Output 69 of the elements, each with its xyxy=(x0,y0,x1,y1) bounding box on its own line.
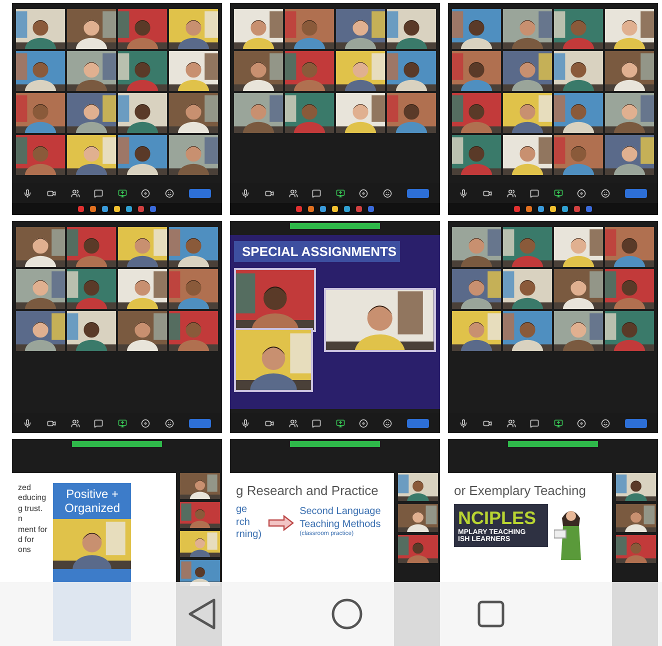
share-screen-icon[interactable] xyxy=(336,418,345,428)
slide-text: d for xyxy=(18,534,36,546)
reactions-icon[interactable] xyxy=(383,188,392,198)
video-camera-icon[interactable] xyxy=(46,188,56,198)
card-title: Positive + Organized xyxy=(64,486,122,517)
microphone-icon[interactable] xyxy=(459,418,468,428)
arrow-icon xyxy=(268,514,294,531)
video-camera-icon[interactable] xyxy=(264,188,274,198)
participants-icon[interactable] xyxy=(506,418,516,428)
leave-button[interactable] xyxy=(624,188,647,198)
chat-icon[interactable] xyxy=(530,418,540,428)
share-screen-icon[interactable] xyxy=(554,418,563,428)
home-button[interactable] xyxy=(331,598,363,630)
microphone-icon[interactable] xyxy=(459,188,468,198)
banner-title: NCIPLES xyxy=(458,508,538,529)
chat-icon[interactable] xyxy=(312,188,322,198)
video-camera-icon[interactable] xyxy=(482,418,492,428)
participants-icon[interactable] xyxy=(288,418,298,428)
slide-text: Teaching Methods xyxy=(300,518,381,530)
participants-icon[interactable] xyxy=(506,188,516,198)
slide-title: or Exemplary Teaching xyxy=(454,483,587,498)
slide-text: rch xyxy=(236,516,251,529)
slide-text: n xyxy=(18,514,24,525)
record-icon[interactable] xyxy=(359,188,368,198)
record-icon[interactable] xyxy=(359,418,368,428)
microphone-icon[interactable] xyxy=(23,188,32,198)
reactions-icon[interactable] xyxy=(165,188,174,198)
chat-icon[interactable] xyxy=(530,188,540,198)
microphone-icon[interactable] xyxy=(23,418,32,428)
chat-icon[interactable] xyxy=(312,418,322,428)
video-camera-icon[interactable] xyxy=(46,418,56,428)
slide-title: SPECIAL ASSIGNMENTS xyxy=(234,241,400,262)
slide-text: rning) xyxy=(236,529,262,542)
reactions-icon[interactable] xyxy=(601,188,610,198)
leave-button[interactable] xyxy=(406,418,429,428)
video-camera-icon[interactable] xyxy=(264,418,274,428)
participants-icon[interactable] xyxy=(288,188,298,198)
slide-text: ons xyxy=(18,545,32,556)
video-camera-icon[interactable] xyxy=(482,188,492,198)
slide-text: Second Language xyxy=(300,506,381,519)
leave-button[interactable] xyxy=(406,188,429,198)
share-screen-icon[interactable] xyxy=(118,418,127,428)
slide-text: ge xyxy=(236,504,248,516)
share-screen-icon[interactable] xyxy=(554,188,563,198)
reactions-icon[interactable] xyxy=(601,418,610,428)
slide-title: g Research and Practice xyxy=(236,483,380,498)
record-icon[interactable] xyxy=(141,188,150,198)
share-screen-icon[interactable] xyxy=(118,188,127,198)
participants-icon[interactable] xyxy=(70,418,80,428)
back-button[interactable] xyxy=(187,598,217,630)
slide-text: educing xyxy=(18,493,48,504)
chat-icon[interactable] xyxy=(94,188,104,198)
chat-icon[interactable] xyxy=(94,418,104,428)
recents-button[interactable] xyxy=(477,600,505,628)
reactions-icon[interactable] xyxy=(383,418,392,428)
microphone-icon[interactable] xyxy=(241,188,250,198)
record-icon[interactable] xyxy=(141,418,150,428)
reactions-icon[interactable] xyxy=(165,418,174,428)
leave-button[interactable] xyxy=(188,418,211,428)
leave-button[interactable] xyxy=(188,188,211,198)
slide-text: g trust. xyxy=(18,504,44,514)
share-screen-icon[interactable] xyxy=(336,188,345,198)
slide-text: zed xyxy=(18,483,32,494)
participants-icon[interactable] xyxy=(70,188,80,198)
record-icon[interactable] xyxy=(577,188,586,198)
microphone-icon[interactable] xyxy=(241,418,250,428)
record-icon[interactable] xyxy=(577,418,586,428)
slide-text: ment for xyxy=(18,524,48,535)
leave-button[interactable] xyxy=(624,418,647,428)
